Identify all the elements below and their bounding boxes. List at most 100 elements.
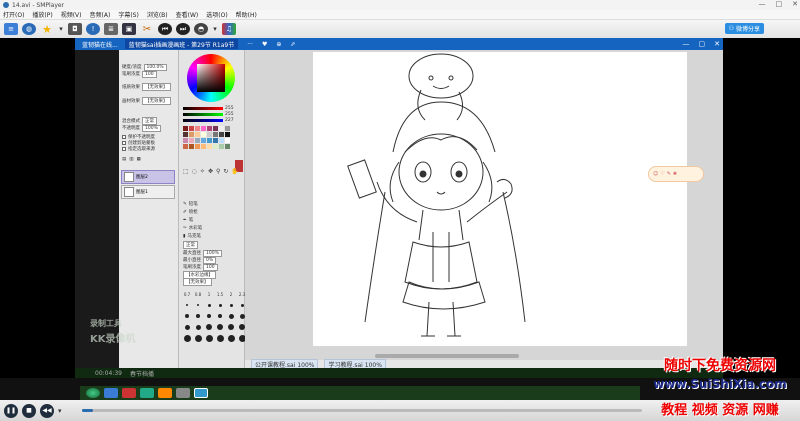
new-folder-icon[interactable]: ▥ bbox=[129, 157, 133, 162]
brush-size-option[interactable] bbox=[205, 301, 213, 309]
menu-browse[interactable]: 浏览(B) bbox=[147, 10, 168, 19]
stop-icon[interactable]: ■ bbox=[22, 403, 36, 418]
brush-size-option[interactable] bbox=[227, 334, 235, 342]
menu-view[interactable]: 查看(W) bbox=[176, 10, 199, 19]
inner-maximize-button[interactable]: ▢ bbox=[699, 40, 706, 48]
pen-icon[interactable]: ✒ bbox=[183, 218, 187, 223]
subtitle-icon[interactable]: ◓ bbox=[194, 23, 208, 35]
floating-widget[interactable]: ☺ ♡ ✎ ❀ bbox=[648, 166, 704, 182]
brush-size-option[interactable] bbox=[216, 312, 224, 320]
menu-subtitles[interactable]: 字幕(S) bbox=[118, 10, 139, 19]
equalizer-icon[interactable]: ≣ bbox=[104, 23, 118, 35]
menu-options[interactable]: 选项(O) bbox=[206, 10, 227, 19]
share-out-icon[interactable]: ⇗ bbox=[290, 41, 295, 48]
share-button[interactable]: ⚇ 微博分享 bbox=[724, 23, 764, 34]
more-icon[interactable]: ··· bbox=[247, 41, 253, 48]
inner-window-controls: — ▢ ✕ bbox=[683, 38, 721, 50]
brush-size-option[interactable]: 1 bbox=[205, 290, 213, 298]
swatch-grid[interactable] bbox=[183, 126, 230, 149]
heart-icon: ♡ bbox=[660, 171, 665, 177]
chevron-down-icon[interactable]: ▾ bbox=[58, 23, 64, 35]
new-layer-icon[interactable]: ▤ bbox=[122, 157, 126, 162]
menu-video[interactable]: 视频(V) bbox=[61, 10, 82, 19]
brush-effect-select[interactable]: 【无效果】 bbox=[183, 278, 212, 286]
menu-help[interactable]: 帮助(H) bbox=[236, 10, 257, 19]
inner-minimize-button[interactable]: — bbox=[683, 40, 690, 48]
menu-audio[interactable]: 音频(A) bbox=[90, 10, 111, 19]
b-slider[interactable]: 227 bbox=[183, 117, 234, 123]
brush-size-option[interactable]: 0.8 bbox=[194, 290, 202, 298]
brush-mode-select[interactable]: 正常 bbox=[183, 241, 198, 249]
sketch-illustration bbox=[347, 53, 526, 337]
selection-source-checkbox[interactable]: 指定选取来源 bbox=[122, 146, 155, 152]
playlist-icon[interactable]: ≡ bbox=[4, 23, 18, 35]
chevron-down-icon[interactable]: ▾ bbox=[58, 407, 62, 415]
maximize-button[interactable]: □ bbox=[776, 0, 783, 10]
blend-mode-row: 混合模式 正常 bbox=[122, 117, 157, 125]
heart-icon[interactable]: ♥ bbox=[262, 41, 267, 48]
color-wheel[interactable] bbox=[187, 54, 235, 102]
menu-play[interactable]: 播放(P) bbox=[32, 10, 52, 19]
menu-open[interactable]: 打开(O) bbox=[3, 10, 24, 19]
brush-size-option[interactable] bbox=[227, 312, 235, 320]
hand-icon[interactable]: ✋ bbox=[231, 168, 238, 175]
brush-size-option[interactable] bbox=[194, 323, 202, 331]
brush-size-option[interactable] bbox=[183, 312, 191, 320]
brush-size-option[interactable] bbox=[183, 334, 191, 342]
seek-bar[interactable] bbox=[82, 409, 642, 412]
marker-icon[interactable]: ▮ bbox=[183, 234, 185, 239]
brush-size-option[interactable] bbox=[205, 334, 213, 342]
rotate-icon[interactable]: ↻ bbox=[223, 168, 228, 175]
brush-size-option[interactable] bbox=[205, 323, 213, 331]
zoom-icon[interactable]: ⚲ bbox=[216, 168, 220, 175]
pencil-icon[interactable]: ✎ bbox=[183, 202, 187, 207]
brush-size-option[interactable]: 0.7 bbox=[183, 290, 191, 298]
saturation-square[interactable] bbox=[197, 64, 225, 92]
next-icon[interactable]: ⏭ bbox=[176, 23, 190, 35]
info-icon[interactable]: ! bbox=[86, 23, 100, 35]
pause-icon[interactable]: ❚❚ bbox=[4, 403, 18, 418]
minimize-button[interactable]: — bbox=[759, 0, 766, 10]
brush-size-option[interactable] bbox=[216, 334, 224, 342]
brush-size-option[interactable] bbox=[216, 301, 224, 309]
cut-icon[interactable]: ✂ bbox=[140, 23, 154, 35]
star-icon[interactable]: ★ bbox=[40, 23, 54, 36]
globe-icon[interactable]: ◍ bbox=[22, 23, 36, 35]
lasso-icon[interactable]: ◌ bbox=[192, 168, 197, 175]
brush-size-option[interactable] bbox=[205, 312, 213, 320]
brush-size-option[interactable] bbox=[183, 323, 191, 331]
brush-size-option[interactable] bbox=[227, 323, 235, 331]
inner-close-button[interactable]: ✕ bbox=[714, 40, 720, 48]
close-button[interactable]: ✕ bbox=[792, 0, 798, 10]
canvas-scrollbar[interactable] bbox=[375, 354, 519, 358]
select-icon[interactable]: ⬚ bbox=[183, 168, 189, 175]
brush-size-option[interactable]: 1.5 bbox=[216, 290, 224, 298]
magic-wand-icon[interactable]: ✧ bbox=[200, 168, 205, 175]
brush-size-option[interactable] bbox=[194, 334, 202, 342]
brush-size-option[interactable] bbox=[183, 301, 191, 309]
layer-item[interactable]: 图层1 bbox=[121, 185, 175, 199]
window-title: 14.avi - SMPlayer bbox=[12, 1, 65, 9]
save-icon[interactable]: ▣ bbox=[122, 23, 136, 35]
video-area[interactable]: 蓝韧猫在线... 蓝韧猫sai插画漫画班 - 第29节 R1a9节 ··· ♥ … bbox=[75, 38, 723, 378]
inner-tab-1[interactable]: 蓝韧猫在线... bbox=[78, 39, 122, 49]
trash-icon[interactable]: ▦ bbox=[137, 157, 141, 162]
screenshot-icon[interactable]: ◘ bbox=[68, 23, 82, 35]
move-icon[interactable]: ✥ bbox=[208, 168, 213, 175]
inner-tab-2[interactable]: 蓝韧猫sai插画漫画班 - 第29节 R1a9节 bbox=[124, 39, 239, 49]
drawing-canvas[interactable] bbox=[313, 52, 687, 346]
layer-item-selected[interactable]: 图层2 bbox=[121, 170, 175, 184]
audio-icon[interactable]: ♫ bbox=[222, 23, 236, 35]
add-icon[interactable]: ⊕ bbox=[276, 41, 281, 48]
brush-size-option[interactable] bbox=[216, 323, 224, 331]
rewind-icon[interactable]: ◀◀ bbox=[40, 403, 54, 418]
brush-size-option[interactable] bbox=[194, 301, 202, 309]
airbrush-icon[interactable]: ✐ bbox=[183, 210, 187, 215]
brush-size-option[interactable]: 2 bbox=[227, 290, 235, 298]
watercolor-icon[interactable]: ✑ bbox=[183, 226, 187, 231]
chevron-down-icon[interactable]: ▾ bbox=[212, 23, 218, 35]
brush-size-grid[interactable]: 0.7 0.8 1 1.5 2 2.3 bbox=[183, 290, 246, 342]
previous-icon[interactable]: ⏮ bbox=[158, 23, 172, 35]
brush-size-option[interactable] bbox=[194, 312, 202, 320]
brush-size-option[interactable] bbox=[227, 301, 235, 309]
